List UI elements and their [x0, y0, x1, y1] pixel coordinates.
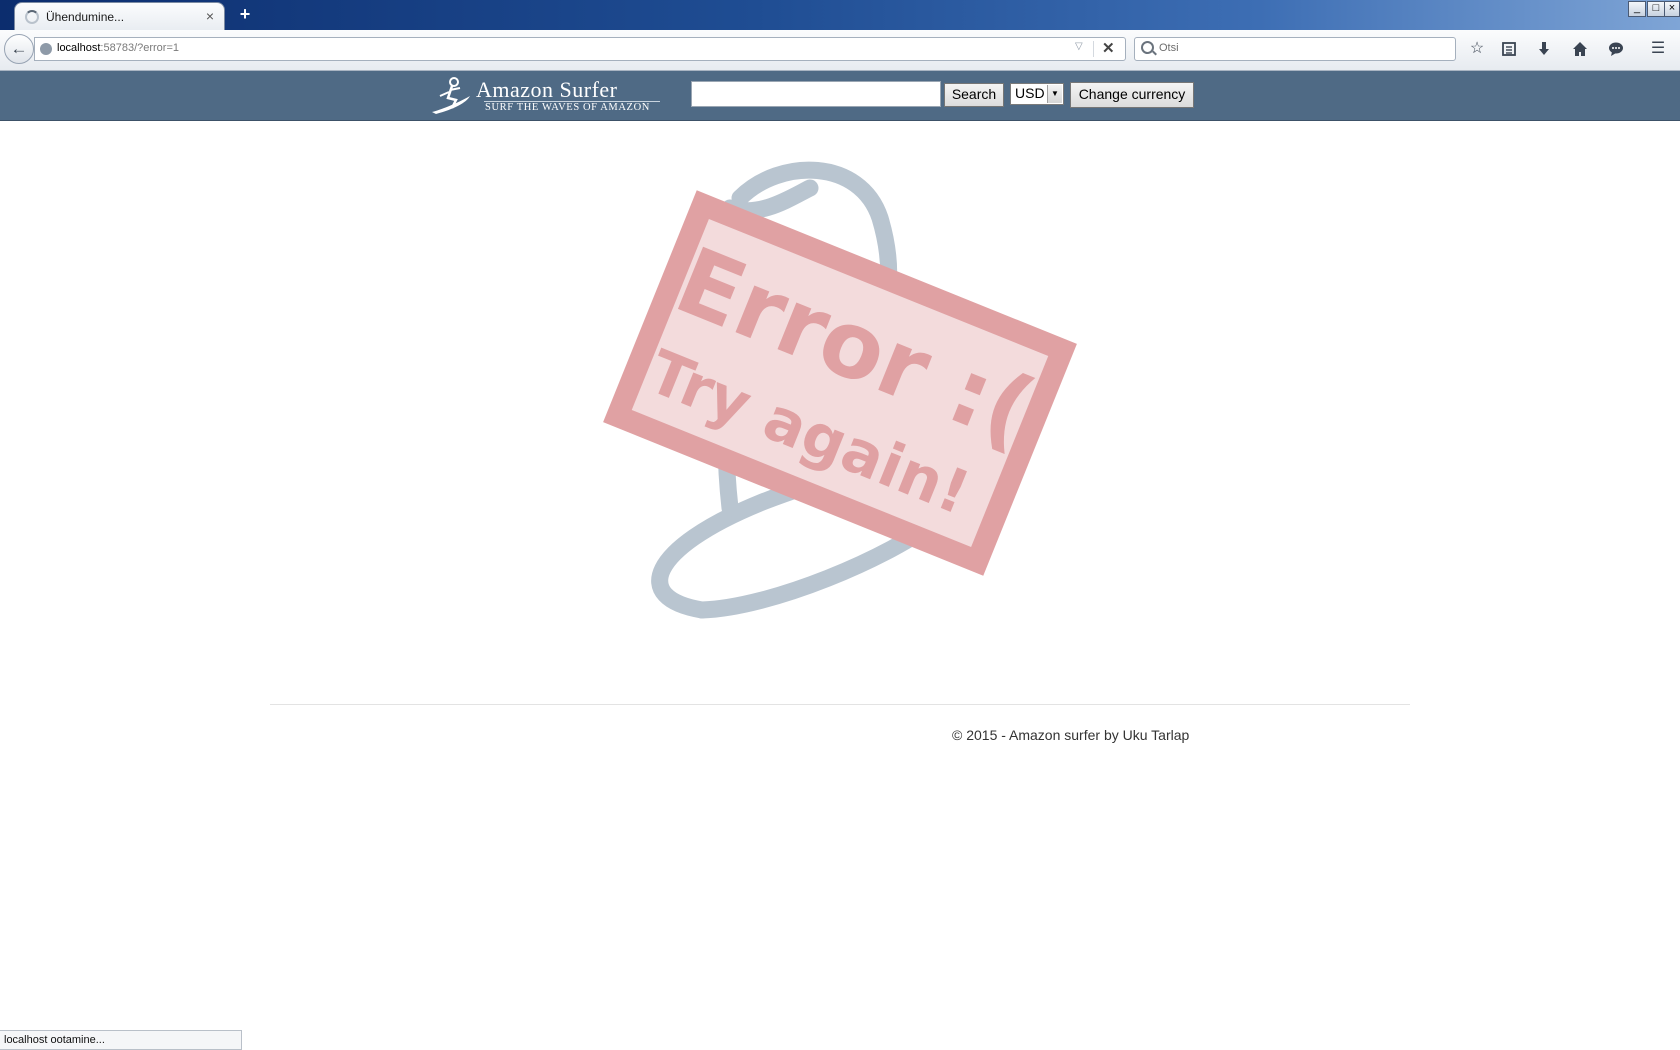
chevron-down-icon[interactable]: ▼	[1047, 85, 1062, 103]
search-button[interactable]: Search	[944, 83, 1004, 107]
chat-icon[interactable]	[1605, 38, 1627, 60]
url-bar[interactable]: localhost:58783/?error=1 ▽ ✕	[34, 37, 1126, 61]
window-close-button[interactable]: ×	[1664, 1, 1680, 17]
site-logo[interactable]: Amazon Surfer SURF THE WAVES OF AMAZON	[430, 75, 660, 117]
browser-tab[interactable]: Ühendumine... ×	[14, 2, 225, 30]
site-identity-icon[interactable]	[40, 43, 52, 55]
new-tab-button[interactable]: +	[236, 5, 254, 23]
url-bar-separator	[1093, 41, 1094, 57]
product-search-input[interactable]	[691, 81, 941, 107]
logo-title: Amazon Surfer	[476, 77, 618, 102]
browser-search-placeholder: Otsi	[1159, 42, 1179, 54]
site-header: Amazon Surfer SURF THE WAVES OF AMAZON S…	[0, 71, 1680, 121]
download-icon[interactable]	[1533, 38, 1555, 60]
back-arrow-icon[interactable]: ←	[4, 34, 34, 64]
currency-selected-value: USD	[1015, 85, 1045, 101]
url-text: localhost:58783/?error=1	[57, 42, 180, 54]
error-image: Error :( Try again!	[603, 161, 1077, 619]
status-text: localhost ootamine...	[4, 1034, 105, 1046]
search-icon	[1141, 41, 1154, 54]
change-currency-button[interactable]: Change currency	[1070, 82, 1194, 108]
footer-copyright: © 2015 - Amazon surfer by Uku Tarlap	[952, 727, 1190, 743]
tab-title: Ühendumine...	[46, 10, 125, 24]
browser-status-bar: localhost ootamine...	[0, 1030, 242, 1050]
tab-close-icon[interactable]: ×	[206, 8, 214, 24]
footer-divider	[270, 704, 1410, 705]
bookmark-star-icon[interactable]: ☆	[1466, 38, 1488, 60]
stop-loading-icon[interactable]: ✕	[1102, 39, 1115, 57]
browser-title-bar: Ühendumine... × + _ □ ×	[0, 0, 1680, 30]
error-stamp: Error :( Try again!	[603, 190, 1077, 576]
surfer-logo-icon	[432, 77, 470, 114]
menu-icon[interactable]: ☰	[1647, 38, 1669, 60]
home-icon[interactable]	[1569, 38, 1591, 60]
currency-select[interactable]: USD ▼	[1010, 83, 1064, 105]
window-minimize-button[interactable]: _	[1628, 1, 1646, 17]
loading-spinner-icon	[25, 10, 39, 24]
browser-search-bar[interactable]: Otsi	[1134, 37, 1456, 61]
window-maximize-button[interactable]: □	[1647, 1, 1665, 17]
reading-list-icon[interactable]	[1498, 38, 1520, 60]
url-history-dropdown-icon[interactable]: ▽	[1075, 41, 1083, 52]
logo-tagline: SURF THE WAVES OF AMAZON	[485, 102, 650, 113]
browser-nav-bar: ← localhost:58783/?error=1 ▽ ✕ Otsi ☆ ☰	[0, 30, 1680, 71]
